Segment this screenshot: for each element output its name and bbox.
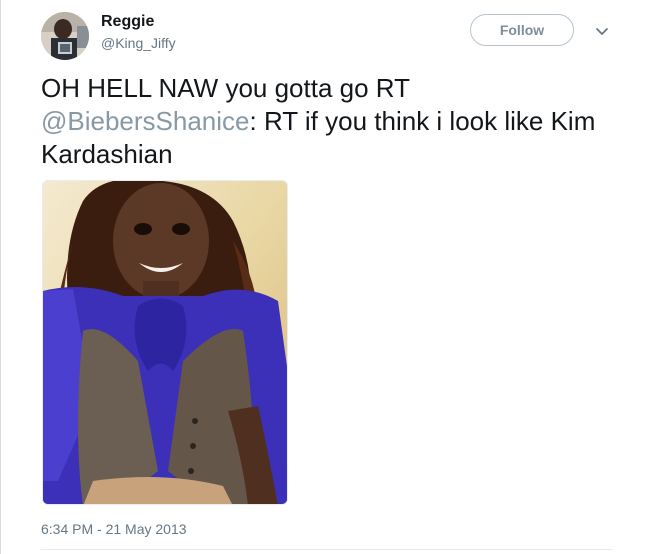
follow-button[interactable]: Follow [470,14,574,46]
mention-link[interactable]: @BiebersShanice [41,106,250,136]
avatar[interactable] [41,12,89,60]
tweet-timestamp[interactable]: 6:34 PM - 21 May 2013 [41,520,187,538]
more-menu-button[interactable] [592,22,612,42]
tweet-text: OH HELL NAW you gotta go RT @BiebersShan… [41,72,616,171]
avatar-image [41,12,89,60]
photo-image [43,181,287,504]
tweet-photo[interactable] [42,180,288,505]
divider [41,549,613,550]
tweet-card: Reggie @King_Jiffy Follow OH HELL NAW yo… [0,0,650,554]
display-name[interactable]: Reggie [101,12,154,32]
tweet-text-part: OH HELL NAW you gotta go RT [41,73,410,103]
card-border [0,0,1,554]
chevron-down-icon [596,28,608,35]
screen-name[interactable]: @King_Jiffy [101,34,176,52]
